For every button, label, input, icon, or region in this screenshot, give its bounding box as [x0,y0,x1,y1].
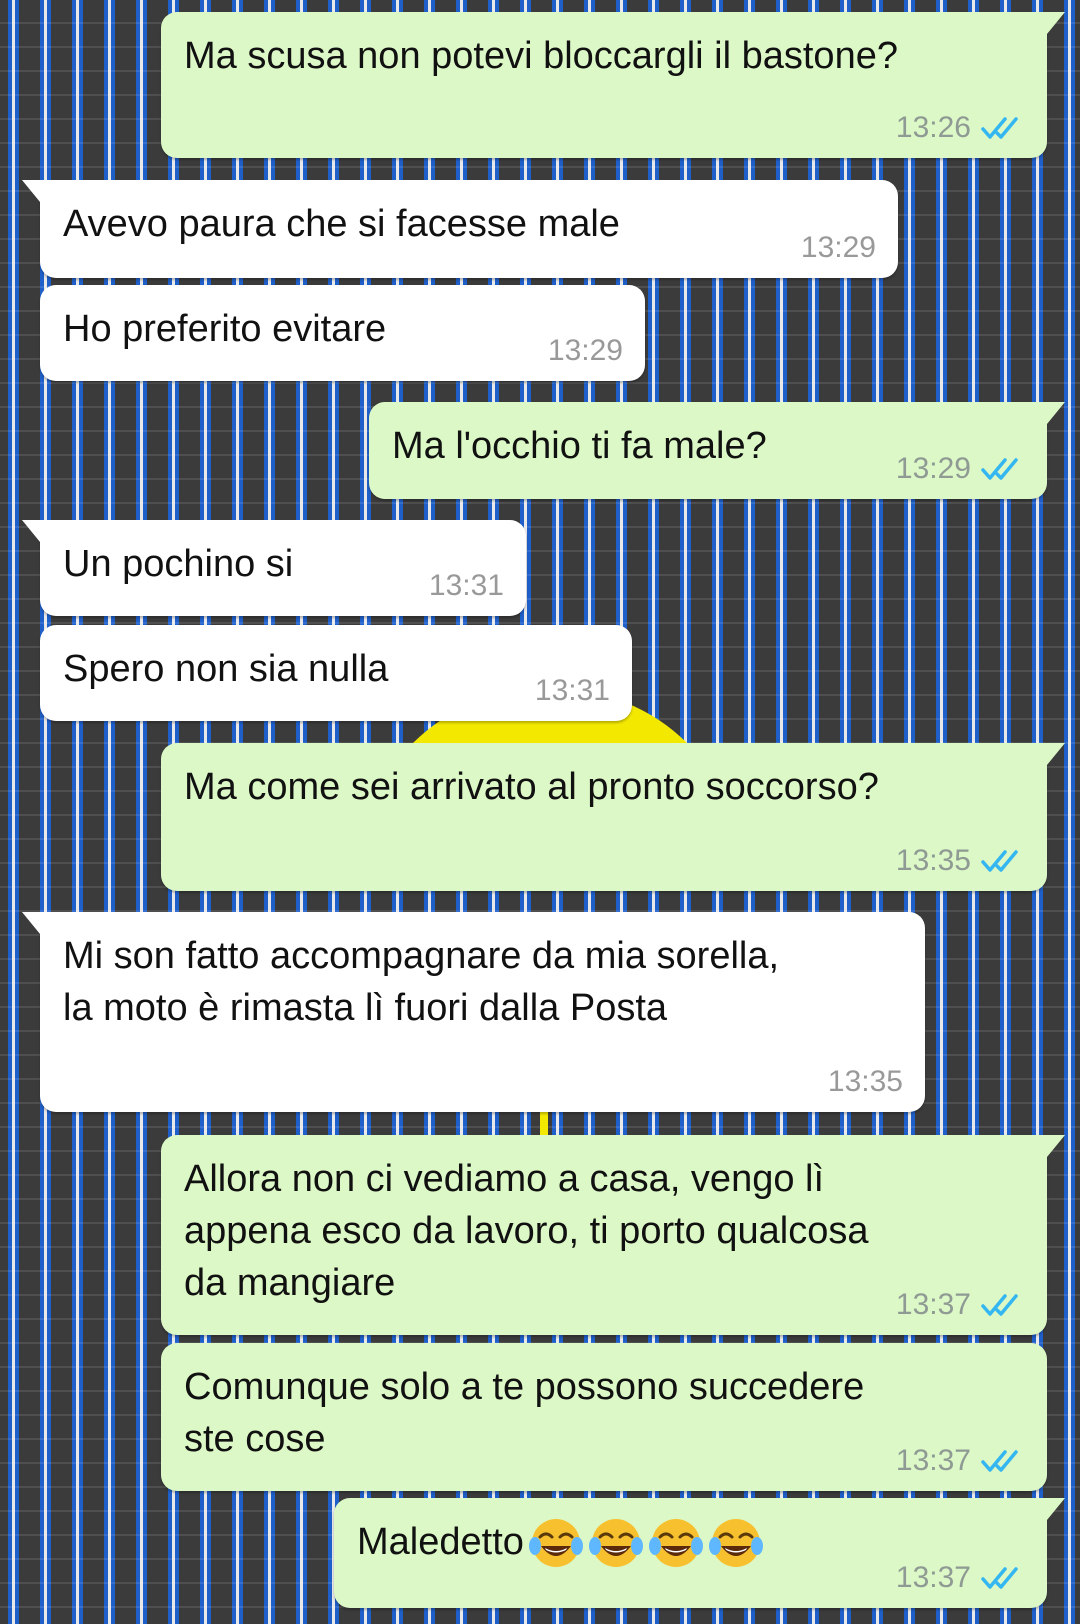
double-check-read-icon [981,117,1018,139]
message-bubble-incoming[interactable]: Spero non sia nulla 13:31 [40,625,632,721]
message-text: Maledetto [357,1521,524,1564]
message-meta: 13:37 [896,1285,1025,1325]
tears-of-joy-emoji-icon [708,1519,763,1567]
message-bubble-outgoing[interactable]: Ma come sei arrivato al pronto soccorso?… [161,743,1065,891]
double-check-read-icon [981,1450,1018,1472]
message-time: 13:31 [428,569,504,602]
double-check-read-icon [981,850,1018,872]
message-meta: 13:29 [548,331,623,371]
double-check-read-icon [981,1567,1018,1589]
message-bubble-incoming[interactable]: Avevo paura che si facesse male 13:29 [22,180,898,278]
message-bubble-incoming[interactable]: Ho preferito evitare 13:29 [40,285,645,381]
message-time: 13:29 [547,334,623,367]
message-meta: 13:31 [535,671,610,711]
message-meta: 13:37 [896,1441,1025,1481]
message-meta: 13:26 [896,108,1025,148]
message-meta: 13:29 [896,449,1025,489]
message-bubble-incoming[interactable]: Mi son fatto accompagnare da mia sorella… [22,912,925,1112]
double-check-read-icon [981,458,1018,480]
message-time: 13:26 [895,111,971,144]
message-time: 13:37 [895,1288,971,1321]
message-time: 13:31 [534,674,610,707]
chat-messages[interactable]: Ma scusa non potevi bloccargli il baston… [0,0,1080,1624]
message-meta: 13:35 [828,1062,903,1102]
message-bubble-outgoing[interactable]: Maledetto 13:37 [334,1498,1065,1608]
message-time: 13:37 [895,1561,971,1594]
message-bubble-outgoing[interactable]: Comunque solo a te possono succedere ste… [161,1343,1047,1491]
message-bubble-incoming[interactable]: Un pochino si 13:31 [22,520,526,616]
message-text: Mi son fatto accompagnare da mia sorella… [63,935,780,1029]
message-text: Ho preferito evitare [63,308,387,350]
message-meta: 13:29 [801,228,876,268]
message-text: Ma scusa non potevi bloccargli il baston… [184,35,898,77]
tears-of-joy-emoji-icon [528,1519,583,1567]
tears-of-joy-emoji-icon [588,1519,643,1567]
message-meta: 13:35 [896,841,1025,881]
message-text: Ma come sei arrivato al pronto soccorso? [184,766,879,808]
message-text: Avevo paura che si facesse male [63,203,620,245]
message-bubble-outgoing[interactable]: Allora non ci vediamo a casa, vengo lì a… [161,1135,1065,1335]
double-check-read-icon [981,1294,1018,1316]
message-time: 13:29 [800,231,876,264]
tears-of-joy-emoji-icon [648,1519,703,1567]
message-time: 13:35 [895,844,971,877]
message-bubble-outgoing[interactable]: Ma scusa non potevi bloccargli il baston… [161,12,1065,158]
message-text: Spero non sia nulla [63,648,389,690]
emoji-group [524,1519,764,1567]
message-meta: 13:37 [896,1558,1025,1598]
message-bubble-outgoing[interactable]: Ma l'occhio ti fa male? 13:29 [369,402,1065,499]
message-meta: 13:31 [429,566,504,606]
message-time: 13:35 [827,1065,903,1098]
message-time: 13:29 [895,452,971,485]
message-time: 13:37 [895,1444,971,1477]
